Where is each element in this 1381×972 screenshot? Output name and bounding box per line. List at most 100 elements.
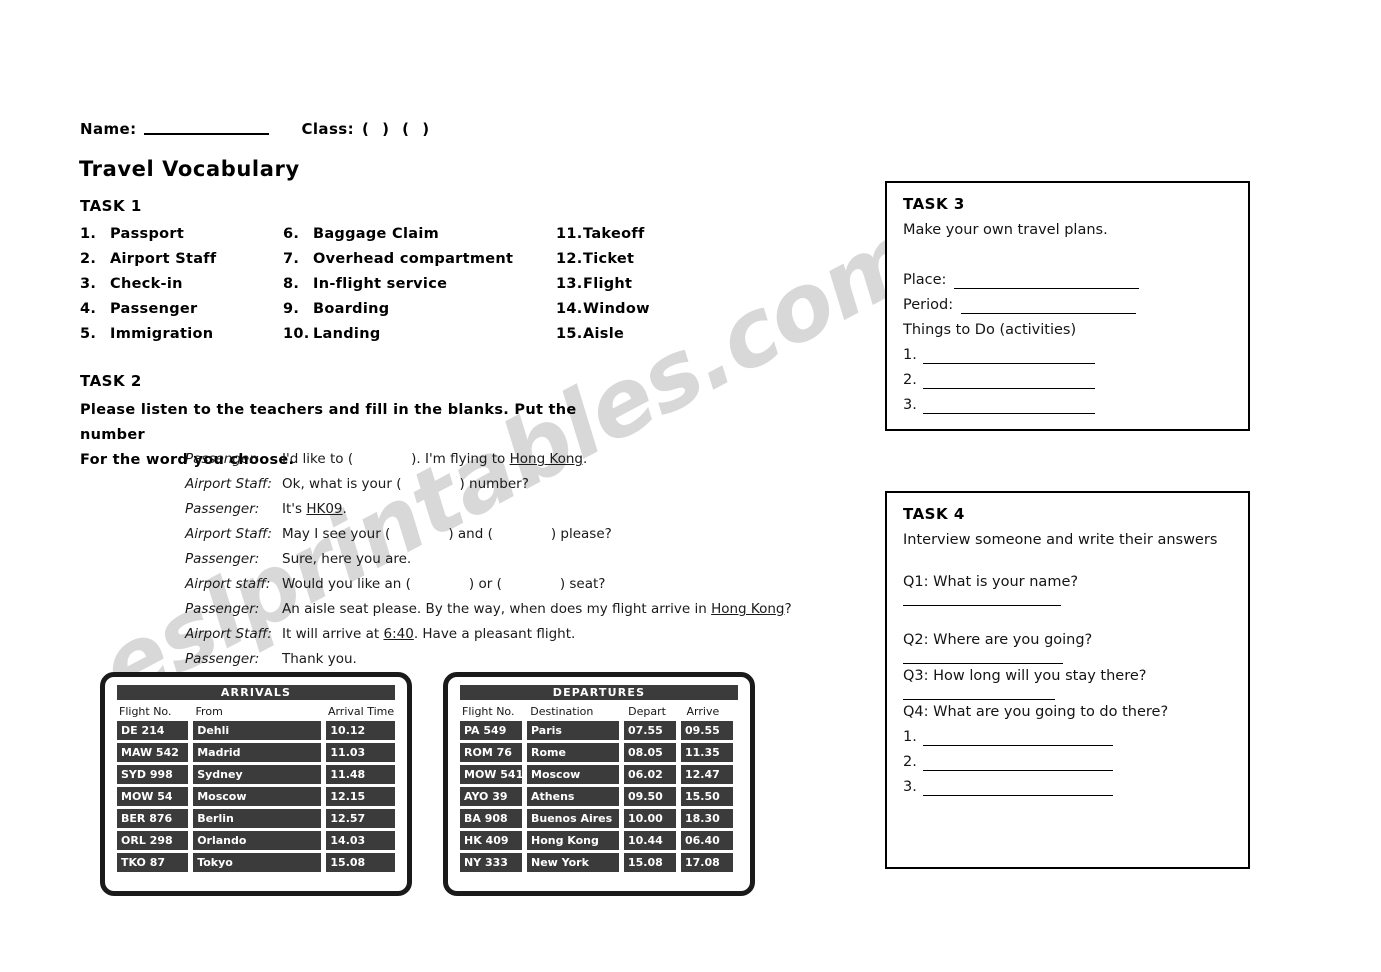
dialogue-speaker: Airport Staff:	[185, 626, 272, 642]
task4-activity-number: 1.	[903, 729, 917, 745]
board-cell: MOW 541	[460, 765, 522, 784]
task3-place-row: Place:	[903, 268, 1232, 293]
board-cell: BER 876	[117, 809, 188, 828]
board-column-header: Flight No.	[119, 704, 172, 718]
board-cell: Orlando	[193, 831, 321, 850]
vocab-item-label: Aisle	[583, 326, 625, 342]
dialogue-text: May I see your ( ) and ( ) please?	[282, 522, 612, 547]
vocab-item-number: 15.	[556, 326, 583, 342]
dialogue-speaker: Passenger:	[185, 451, 260, 467]
board-row: HK 409 Hong Kong 10.44 06.40	[460, 831, 738, 850]
task3-activity-blank[interactable]	[923, 349, 1095, 364]
dialogue-text-segment: ) or (	[468, 576, 502, 592]
task4-activity-blank[interactable]	[923, 756, 1113, 771]
task3-period-blank[interactable]	[961, 299, 1137, 314]
board-cell: DE 214	[117, 721, 188, 740]
departures-board-title: DEPARTURES	[460, 685, 738, 700]
task4-question-3: Q3: How long will you stay there?	[903, 668, 1147, 684]
dialogue-text-segment: I'd like to (	[282, 451, 354, 467]
board-cell: Moscow	[527, 765, 619, 784]
task3-activity-blank[interactable]	[923, 374, 1095, 389]
dialogue-text-segment: ) seat?	[559, 576, 606, 592]
vocab-item: 9. Boarding	[283, 297, 553, 322]
dialogue-text-segment: .	[342, 501, 347, 517]
board-cell: ORL 298	[117, 831, 188, 850]
task3-activity-blank[interactable]	[923, 399, 1095, 414]
board-column-header: Flight No.	[462, 704, 515, 718]
dialogue-line: Passenger: Sure, here you are.	[185, 547, 805, 572]
vocab-column-3: 11.Takeoff 12.Ticket 13.Flight 14.Window 15.…	[556, 222, 756, 347]
vocab-item-label: Passenger	[110, 301, 198, 317]
page-title: Travel Vocabulary	[79, 157, 300, 181]
board-cell: 12.47	[681, 765, 733, 784]
board-row: MAW 542 Madrid 11.03	[117, 743, 395, 762]
board-cell: Paris	[527, 721, 619, 740]
task3-place-blank[interactable]	[954, 274, 1140, 289]
task4-activity-number: 2.	[903, 754, 917, 770]
name-label: Name:	[80, 120, 137, 138]
dialogue-underlined-term: Hong Kong	[711, 601, 785, 617]
task4-activity-lines: 1. 2. 3.	[903, 725, 1232, 800]
dialogue-line: Airport Staff: It will arrive at 6:40. Ha…	[185, 622, 805, 647]
dialogue-answer-blank[interactable]	[390, 522, 448, 547]
dialogue-answer-blank[interactable]	[353, 447, 411, 472]
board-cell: MOW 54	[117, 787, 188, 806]
dialogue-speaker: Airport Staff:	[185, 476, 272, 492]
dialogue-answer-blank[interactable]	[411, 572, 469, 597]
vocab-item-number: 4.	[80, 301, 97, 317]
task3-content: TASK 3 Make your own travel plans. Place…	[887, 183, 1248, 430]
arrivals-board: ARRIVALS Flight No. From Arrival Time DE 2…	[100, 672, 412, 896]
board-row: DE 214 Dehli 10.12	[117, 721, 395, 740]
vocab-item-number: 5.	[80, 326, 97, 342]
task4-subtitle: Interview someone and write their answer…	[903, 532, 1218, 548]
board-cell: Madrid	[193, 743, 321, 762]
dialogue-answer-blank[interactable]	[493, 522, 551, 547]
dialogue-text-segment: May I see your (	[282, 526, 391, 542]
board-column-header: From	[195, 704, 223, 718]
dialogue-line: Passenger: An aisle seat please. By the w…	[185, 597, 805, 622]
board-cell: 11.48	[326, 765, 395, 784]
class-parentheses: ( ) ( )	[362, 120, 434, 138]
task3-activity-number: 1.	[903, 347, 917, 363]
dialogue-text-segment: It's	[282, 501, 307, 517]
board-cell: PA 549	[460, 721, 522, 740]
vocab-item-number: 2.	[80, 251, 97, 267]
dialogue-speaker: Passenger:	[185, 551, 260, 567]
vocab-item-label: Flight	[583, 276, 633, 292]
arrivals-board-title: ARRIVALS	[117, 685, 395, 700]
vocab-item-number: 1.	[80, 226, 97, 242]
board-row: BA 908 Buenos Aires 10.00 18.30	[460, 809, 738, 828]
dialogue-answer-blank[interactable]	[401, 472, 459, 497]
dialogue-line: Passenger: I'd like to ( ). I'm flying to…	[185, 447, 805, 472]
board-cell: 09.50	[624, 787, 676, 806]
departures-board: DEPARTURES Flight No. Destination Depart Ar…	[443, 672, 755, 896]
task4-activity-blank[interactable]	[923, 731, 1113, 746]
vocab-item: 2. Airport Staff	[80, 247, 280, 272]
task3-spacer	[903, 246, 1232, 268]
task4-spacer-1	[903, 556, 1232, 570]
dialogue-text-segment: Would you like an (	[282, 576, 411, 592]
vocab-item-number: 3.	[80, 276, 97, 292]
board-column-header: Arrive	[686, 704, 720, 718]
board-cell: Rome	[527, 743, 619, 762]
dialogue-underlined-term: 6:40	[383, 626, 414, 642]
dialogue-text: It will arrive at 6:40. Have a pleasant …	[282, 622, 575, 647]
board-cell: SYD 998	[117, 765, 188, 784]
board-row: MOW 54 Moscow 12.15	[117, 787, 395, 806]
task3-activity-number: 2.	[903, 372, 917, 388]
vocab-item-label: Landing	[313, 326, 381, 342]
board-cell: TKO 87	[117, 853, 188, 872]
task4-activity-row: 3.	[903, 775, 1232, 800]
departures-column-headers: Flight No. Destination Depart Arrive	[460, 701, 738, 721]
vocab-item-number: 9.	[283, 301, 300, 317]
task2-dialogue: Passenger: I'd like to ( ). I'm flying to…	[185, 447, 805, 672]
name-blank-line[interactable]	[144, 120, 270, 135]
dialogue-answer-blank[interactable]	[502, 572, 560, 597]
board-cell: 14.03	[326, 831, 395, 850]
board-cell: 11.35	[681, 743, 733, 762]
vocab-item-label: In-flight service	[313, 276, 448, 292]
board-row: NY 333 New York 15.08 17.08	[460, 853, 738, 872]
task4-activity-blank[interactable]	[923, 781, 1113, 796]
board-cell: 18.30	[681, 809, 733, 828]
dialogue-line: Airport staff: Would you like an ( ) or (…	[185, 572, 805, 597]
